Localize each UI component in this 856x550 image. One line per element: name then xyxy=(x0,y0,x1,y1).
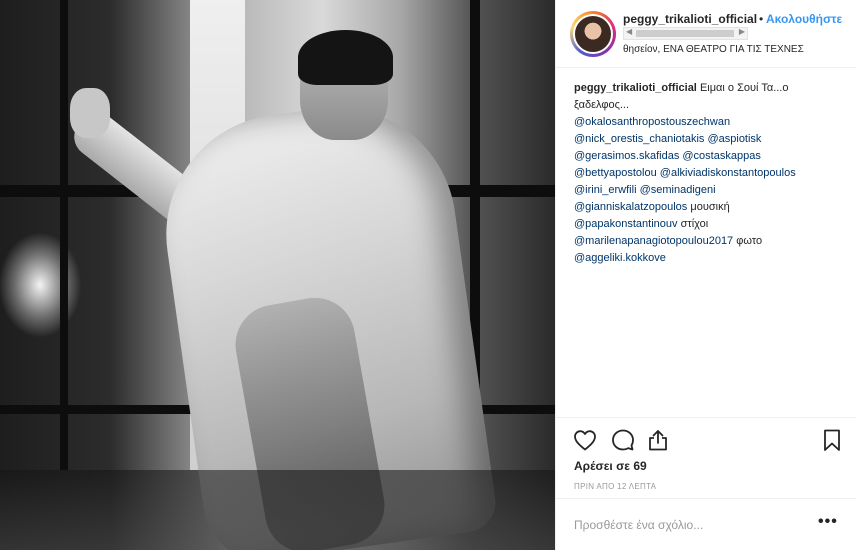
caption-line: @nick_orestis_chaniotakis @aspiotisk xyxy=(574,131,844,148)
post-side-panel: peggy_trikalioti_official • Ακολουθήστε … xyxy=(555,0,856,550)
avatar[interactable] xyxy=(570,11,616,57)
mention-link[interactable]: @aggeliki.kokkove xyxy=(574,252,666,264)
caption-line: @gerasimos.skafidas @costaskappas xyxy=(574,148,844,165)
caption-line: @irini_erwfili @seminadigeni xyxy=(574,182,844,199)
caption-username[interactable]: peggy_trikalioti_official xyxy=(574,82,697,94)
caption-line: @marilenapanagiotopoulou2017 φωτο xyxy=(574,233,844,250)
mention-link[interactable]: @seminadigeni xyxy=(640,184,716,196)
post-photo[interactable] xyxy=(0,0,555,550)
post-timestamp[interactable]: ΠΡΙΝ ΑΠΟ 12 ΛΕΠΤΑ xyxy=(574,482,656,491)
mention-link[interactable]: @marilenapanagiotopoulou2017 xyxy=(574,235,733,247)
performer-hand xyxy=(70,88,110,138)
performer-hat xyxy=(298,30,393,85)
caption-line: @aggeliki.kokkove xyxy=(574,250,844,267)
separator-dot: • xyxy=(759,12,764,26)
scroll-right-icon[interactable]: ▶ xyxy=(739,27,745,36)
caption-line: @papakonstantinouv στίχοι xyxy=(574,216,844,233)
mention-link[interactable]: @aspiotisk xyxy=(707,133,761,145)
comment-input[interactable] xyxy=(574,516,804,534)
comment-icon[interactable] xyxy=(611,429,635,451)
post-header: peggy_trikalioti_official • Ακολουθήστε … xyxy=(556,0,856,68)
post-caption: peggy_trikalioti_official Ειμαι ο Σουί Τ… xyxy=(574,80,844,267)
mention-link[interactable]: @costaskappas xyxy=(682,150,760,162)
caption-suffix: στίχοι xyxy=(680,218,709,230)
mention-link[interactable]: @okalosanthropostouszechwan xyxy=(574,116,730,128)
caption-line: @gianniskalatzopoulos μουσική xyxy=(574,199,844,216)
follow-button[interactable]: Ακολουθήστε xyxy=(766,12,856,26)
caption-suffix: φωτο xyxy=(736,235,763,247)
mention-link[interactable]: @papakonstantinouv xyxy=(574,218,678,230)
scroll-left-icon[interactable]: ◀ xyxy=(626,27,632,36)
mention-link[interactable]: @bettyapostolou xyxy=(574,167,657,179)
comment-section: ••• xyxy=(556,498,856,550)
scroll-thumb[interactable] xyxy=(636,30,734,37)
avatar-image xyxy=(573,14,613,54)
more-options-button[interactable]: ••• xyxy=(818,513,838,531)
stage-floor xyxy=(0,470,555,550)
mention-link[interactable]: @alkiviadiskonstantopoulos xyxy=(660,167,796,179)
caption-first-line: peggy_trikalioti_official Ειμαι ο Σουί Τ… xyxy=(574,80,844,114)
mention-link[interactable]: @gianniskalatzopoulos xyxy=(574,201,687,213)
bookmark-icon[interactable] xyxy=(820,429,844,451)
caption-line: @okalosanthropostouszechwan xyxy=(574,114,844,131)
share-icon[interactable] xyxy=(646,429,670,451)
caption-line: @bettyapostolou @alkiviadiskonstantopoul… xyxy=(574,165,844,182)
caption-suffix: μουσική xyxy=(690,201,730,213)
heart-icon[interactable] xyxy=(573,429,597,451)
username-scrollbar[interactable]: ◀ ▶ xyxy=(623,27,748,40)
mention-link[interactable]: @irini_erwfili xyxy=(574,184,637,196)
post-actions: Αρέσει σε 69 ΠΡΙΝ ΑΠΟ 12 ΛΕΠΤΑ xyxy=(556,417,856,507)
background-beam xyxy=(60,0,68,470)
likes-count[interactable]: Αρέσει σε 69 xyxy=(574,459,647,473)
mention-link[interactable]: @gerasimos.skafidas xyxy=(574,150,679,162)
mention-link[interactable]: @nick_orestis_chaniotakis xyxy=(574,133,704,145)
location-link[interactable]: θησείον, ΕΝΑ ΘΕΑΤΡΟ ΓΙΑ ΤΙΣ ΤΕΧΝΕΣ xyxy=(623,44,804,55)
username-link[interactable]: peggy_trikalioti_official xyxy=(623,12,759,26)
